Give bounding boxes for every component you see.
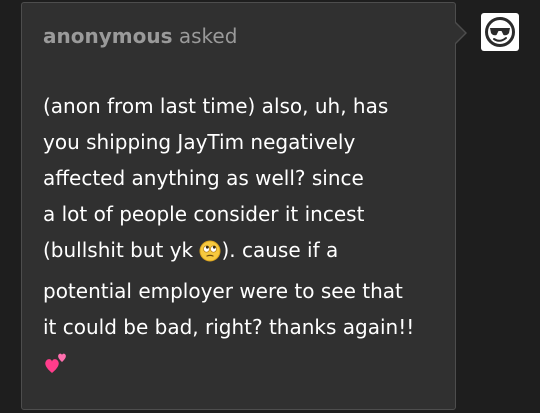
- two-hearts-emoji-icon: [43, 349, 69, 386]
- question-line: it could be bad, right? thanks again!!: [43, 315, 415, 339]
- question-line: (anon from last time) also, uh, has: [43, 94, 389, 118]
- blog-avatar[interactable]: [481, 13, 519, 51]
- card-pointer: [455, 23, 465, 43]
- question-line: a lot of people consider it incest: [43, 202, 365, 226]
- question-text: (anon from last time) also, uh, has you …: [43, 88, 448, 386]
- sunglasses-face-icon: [485, 17, 515, 47]
- rolling-eyes-emoji-icon: [199, 237, 221, 273]
- question-line: potential employer were to see that: [43, 279, 403, 303]
- question-line: affected anything as well? since: [43, 166, 364, 190]
- asker-line: anonymous asked: [43, 24, 237, 48]
- question-line: you shipping JayTim negatively: [43, 130, 356, 154]
- question-line-part: ). cause if a: [221, 238, 339, 262]
- question-line: [43, 345, 448, 386]
- question-line: (bullshit but yk ). cause if a: [43, 232, 448, 273]
- ask-card: anonymous asked (anon from last time) al…: [21, 2, 456, 410]
- question-line-part: (bullshit but yk: [43, 238, 200, 262]
- asker-name[interactable]: anonymous: [43, 24, 172, 48]
- asked-label: asked: [178, 24, 238, 48]
